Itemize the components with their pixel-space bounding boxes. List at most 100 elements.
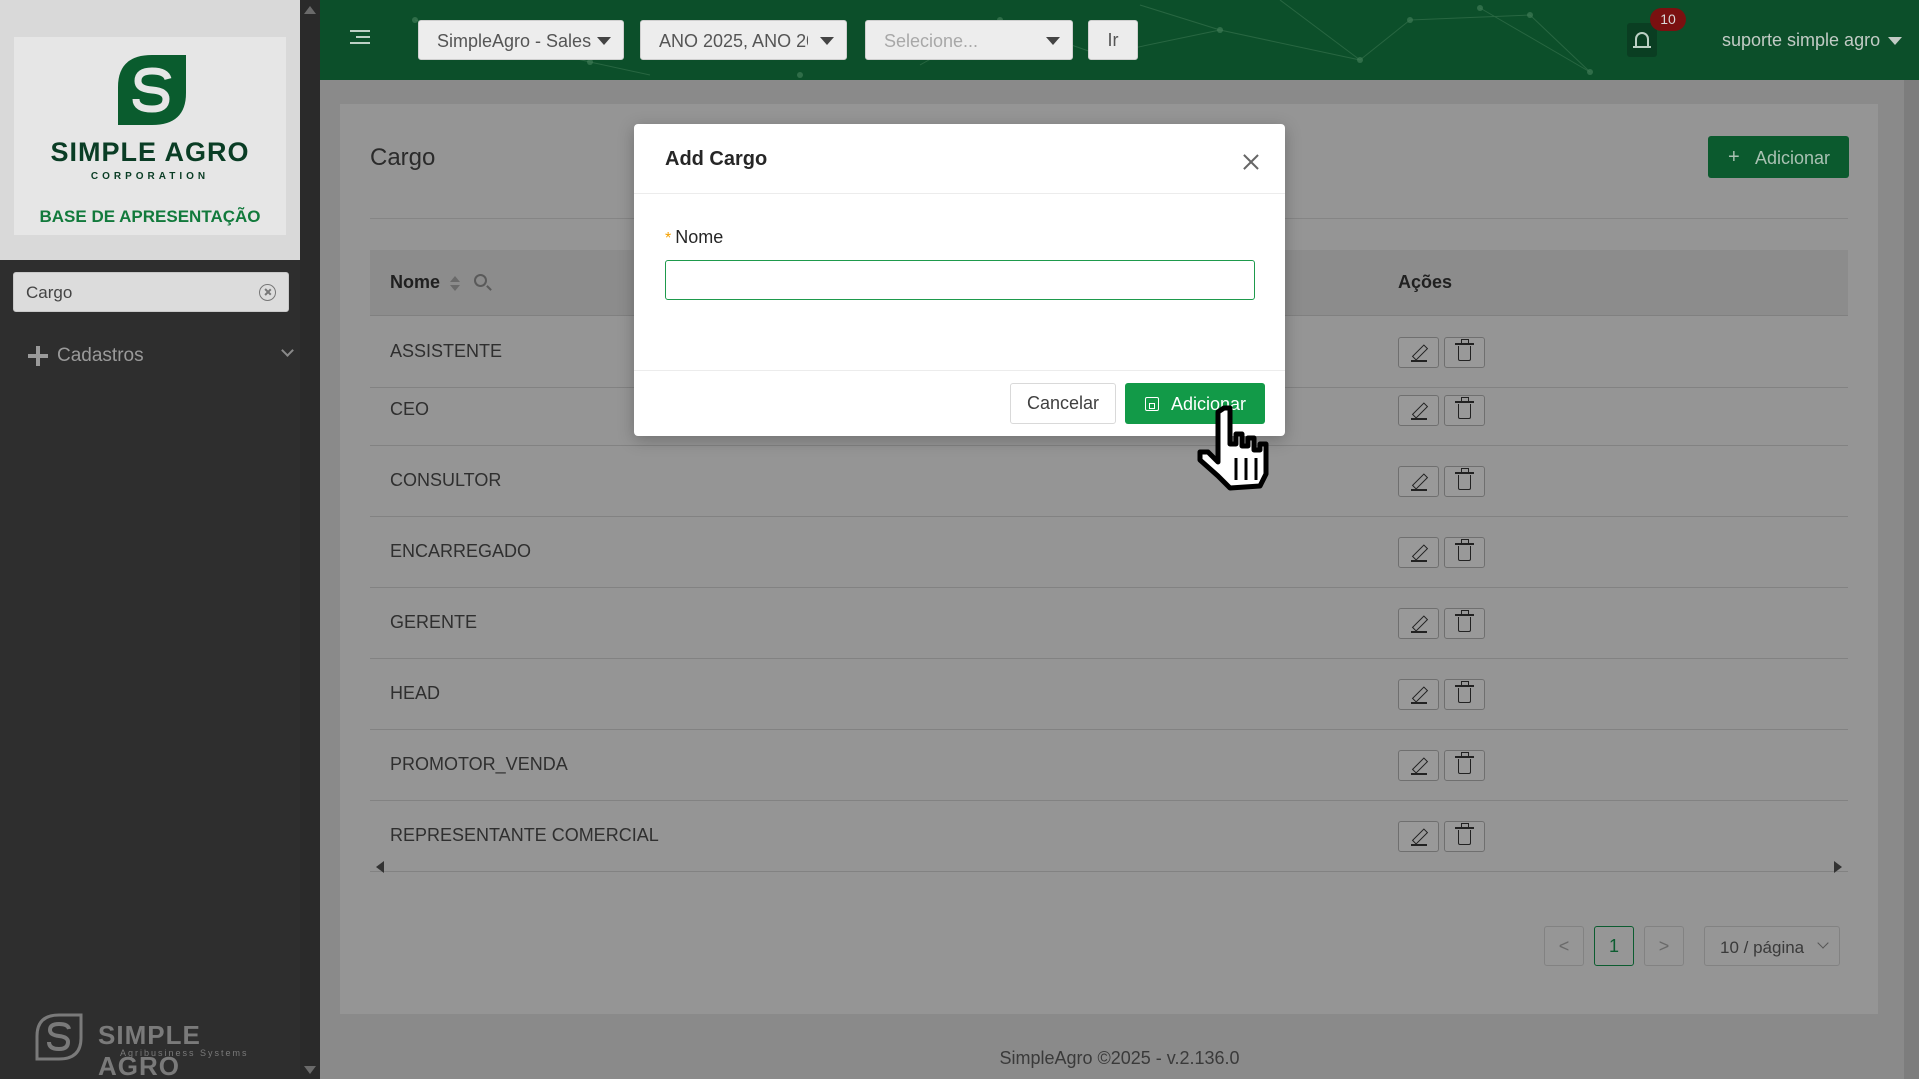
trash-icon — [1455, 752, 1474, 774]
bell-icon — [1633, 32, 1651, 48]
required-mark: * — [665, 230, 672, 247]
menu-icon[interactable] — [350, 30, 372, 48]
edit-button[interactable] — [1398, 466, 1439, 497]
edit-icon — [1411, 474, 1427, 491]
cell-nome: ASSISTENTE — [390, 341, 503, 361]
trash-icon — [1455, 397, 1474, 419]
footer-brand-sub: Agribusiness Systems — [120, 1048, 249, 1058]
cancel-button[interactable]: Cancelar — [1010, 383, 1116, 424]
edit-icon — [1411, 345, 1427, 362]
table-row: HEAD — [370, 659, 1848, 730]
page-title: Cargo — [370, 144, 436, 171]
table-row: GERENTE — [370, 588, 1848, 659]
cell-nome: GERENTE — [390, 612, 478, 632]
edit-button[interactable] — [1398, 395, 1439, 426]
delete-button[interactable] — [1444, 466, 1485, 497]
caret-down-icon — [1046, 37, 1060, 45]
nome-input[interactable] — [665, 260, 1255, 300]
column-header-acoes: Ações — [1398, 272, 1453, 292]
go-button[interactable]: Ir — [1088, 20, 1138, 60]
company-select[interactable]: SimpleAgro - Sales — [418, 20, 624, 60]
chevron-down-icon — [281, 344, 294, 357]
edit-icon — [1411, 545, 1427, 562]
delete-button[interactable] — [1444, 821, 1485, 852]
cell-nome: HEAD — [390, 683, 441, 703]
edit-icon — [1411, 403, 1427, 420]
page-size-select[interactable]: 10 / página — [1704, 926, 1840, 966]
trash-icon — [1455, 610, 1474, 632]
edit-icon — [1411, 616, 1427, 633]
pagination-next[interactable]: > — [1644, 926, 1684, 966]
top-header: SimpleAgro - Sales ANO 2025, ANO 202 Sel… — [320, 0, 1919, 80]
brand-name: SIMPLE AGRO — [50, 137, 250, 167]
edit-button[interactable] — [1398, 821, 1439, 852]
edit-icon — [1411, 758, 1427, 775]
clear-icon[interactable] — [259, 284, 276, 301]
save-icon — [1145, 397, 1159, 411]
third-select-placeholder: Selecione... — [884, 31, 979, 51]
edit-button[interactable] — [1398, 608, 1439, 639]
trash-icon — [1455, 823, 1474, 845]
sidebar-search[interactable] — [13, 272, 289, 312]
scroll-right-icon[interactable] — [1834, 861, 1842, 873]
delete-button[interactable] — [1444, 679, 1485, 710]
nome-label: * Nome — [665, 227, 723, 248]
footer-version: SimpleAgro ©2025 - v.2.136.0 — [999, 1048, 1240, 1068]
notifications-button[interactable] — [1627, 23, 1657, 57]
sidebar-item-cadastros[interactable]: Cadastros — [28, 342, 300, 372]
edit-button[interactable] — [1398, 679, 1439, 710]
delete-button[interactable] — [1444, 395, 1485, 426]
close-icon[interactable] — [1241, 152, 1261, 172]
delete-button[interactable] — [1444, 337, 1485, 368]
caret-down-icon — [597, 37, 611, 45]
brand-sub: CORPORATION — [90, 171, 210, 182]
chevron-down-icon — [1817, 937, 1829, 949]
edit-button[interactable] — [1398, 537, 1439, 568]
modal-title: Add Cargo — [665, 148, 768, 170]
delete-button[interactable] — [1444, 608, 1485, 639]
delete-button[interactable] — [1444, 750, 1485, 781]
divider — [634, 193, 1285, 194]
cell-nome: PROMOTOR_VENDA — [390, 754, 568, 774]
pagination-page-1[interactable]: 1 — [1594, 926, 1634, 966]
page-scrollbar[interactable] — [1904, 80, 1919, 1079]
user-menu[interactable]: suporte simple agro — [1722, 30, 1880, 51]
edit-button[interactable] — [1398, 750, 1439, 781]
trash-icon — [1455, 468, 1474, 490]
sidebar-scrollbar[interactable] — [300, 0, 320, 1079]
scroll-up-icon[interactable] — [304, 6, 316, 14]
caret-down-icon[interactable] — [1888, 37, 1902, 45]
edit-button[interactable] — [1398, 337, 1439, 368]
trash-icon — [1455, 339, 1474, 361]
search-icon[interactable] — [474, 274, 487, 287]
sidebar-search-input[interactable] — [26, 281, 246, 305]
trash-icon — [1455, 681, 1474, 703]
page-size-value: 10 / página — [1720, 938, 1805, 957]
plus-icon — [28, 346, 48, 366]
add-button-label: Adicionar — [1755, 148, 1831, 168]
divider — [634, 370, 1285, 371]
notification-badge: 10 — [1650, 8, 1686, 31]
sidebar-brand-area: SIMPLE AGRO CORPORATION BASE DE APRESENT… — [0, 0, 300, 260]
pagination-prev[interactable]: < — [1544, 926, 1584, 966]
scroll-down-icon[interactable] — [304, 1066, 316, 1074]
sort-icon[interactable] — [450, 276, 460, 292]
add-cargo-modal: Add Cargo * Nome Cancelar Adicionar — [634, 124, 1285, 436]
scroll-left-icon[interactable] — [376, 861, 384, 873]
footer-brand-logo: SIMPLE AGRO Agribusiness Systems — [34, 1012, 284, 1079]
cell-nome: CEO — [390, 399, 430, 419]
sidebar: SIMPLE AGRO CORPORATION BASE DE APRESENT… — [0, 0, 320, 1079]
table-horizontal-scrollbar[interactable] — [370, 860, 1848, 874]
add-button[interactable]: + Adicionar — [1708, 136, 1849, 178]
table-row: CONSULTOR — [370, 446, 1848, 517]
third-select[interactable]: Selecione... — [865, 20, 1073, 60]
brand-logo: SIMPLE AGRO CORPORATION BASE DE APRESENT… — [14, 37, 286, 235]
cell-nome: ENCARREGADO — [390, 541, 532, 561]
delete-button[interactable] — [1444, 537, 1485, 568]
year-select[interactable]: ANO 2025, ANO 202 — [640, 20, 847, 60]
base-label: BASE DE APRESENTAÇÃO — [39, 207, 261, 226]
trash-icon — [1455, 539, 1474, 561]
table-row: ENCARREGADO — [370, 517, 1848, 588]
cell-nome: REPRESENTANTE COMERCIAL — [390, 825, 659, 845]
column-header-nome[interactable]: Nome — [390, 272, 440, 293]
